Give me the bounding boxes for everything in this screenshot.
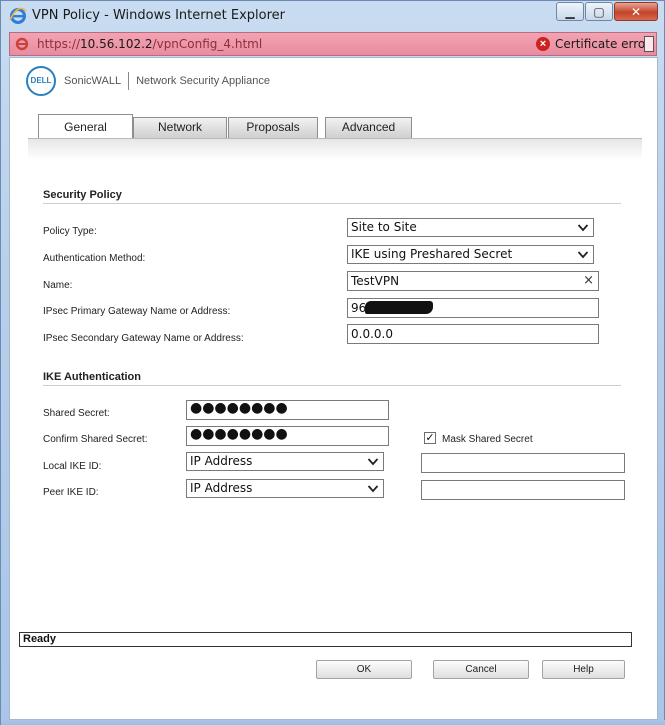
name-label: Name:	[43, 280, 73, 291]
confirm-secret-value: ●●●●●●●●	[190, 426, 288, 442]
url-path: /vpnConfig_4.html	[152, 37, 263, 51]
section-divider	[43, 385, 621, 386]
page-content: DELL SonicWALL Network Security Applianc…	[9, 57, 658, 720]
minimize-button[interactable]: ▁	[556, 2, 584, 21]
local-ike-id-label: Local IKE ID:	[43, 461, 102, 472]
primary-gateway-value: 96	[351, 301, 367, 315]
auth-method-label: Authentication Method:	[43, 253, 146, 264]
maximize-icon: ▢	[593, 5, 605, 19]
local-ike-id-value: IP Address	[190, 454, 253, 468]
peer-ike-id-value: IP Address	[190, 481, 253, 495]
name-value: TestVPN	[351, 274, 400, 288]
primary-gateway-label: IPsec Primary Gateway Name or Address:	[43, 306, 231, 317]
internet-explorer-icon	[9, 7, 27, 24]
brand-product: SonicWALL	[64, 75, 122, 87]
section-title-security-policy: Security Policy	[43, 189, 122, 201]
tab-panel-header	[28, 138, 642, 160]
address-bar-edge	[644, 36, 654, 52]
section-title-ike-authentication: IKE Authentication	[43, 371, 141, 383]
confirm-secret-input[interactable]: ●●●●●●●●	[186, 426, 389, 446]
window-controls: ▁ ▢ ✕	[555, 2, 658, 21]
clear-icon[interactable]: ×	[583, 273, 594, 289]
browser-window: VPN Policy - Windows Internet Explorer ▁…	[0, 0, 665, 725]
chevron-down-icon	[577, 251, 589, 259]
maximize-button[interactable]: ▢	[585, 2, 613, 21]
title-bar: VPN Policy - Windows Internet Explorer ▁…	[1, 1, 664, 31]
shared-secret-input[interactable]: ●●●●●●●●	[186, 400, 389, 420]
status-text: Ready	[23, 633, 57, 645]
confirm-secret-label: Confirm Shared Secret:	[43, 434, 148, 445]
address-bar[interactable]: https://10.56.102.2/vpnConfig_4.html × C…	[9, 32, 657, 56]
peer-ike-id-select[interactable]: IP Address	[186, 479, 384, 498]
section-divider	[43, 203, 621, 204]
auth-method-value: IKE using Preshared Secret	[351, 247, 513, 261]
url-scheme: https://	[37, 37, 81, 51]
tab-network[interactable]: Network	[133, 117, 227, 138]
secondary-gateway-input[interactable]: 0.0.0.0	[347, 324, 599, 344]
shared-secret-label: Shared Secret:	[43, 408, 110, 419]
help-button[interactable]: Help	[542, 660, 625, 679]
mask-shared-secret-checkbox[interactable]: ✓	[424, 432, 436, 444]
policy-type-select[interactable]: Site to Site	[347, 218, 594, 237]
chevron-down-icon	[367, 458, 379, 466]
dell-logo: DELL	[26, 66, 56, 96]
peer-ike-id-input[interactable]	[421, 480, 625, 500]
ok-button[interactable]: OK	[316, 660, 412, 679]
secondary-gateway-value: 0.0.0.0	[351, 327, 393, 341]
name-input[interactable]: TestVPN ×	[347, 271, 599, 291]
chevron-down-icon	[367, 485, 379, 493]
secondary-gateway-label: IPsec Secondary Gateway Name or Address:	[43, 333, 244, 344]
minimize-icon: ▁	[565, 5, 575, 19]
primary-gateway-input[interactable]: 96	[347, 298, 599, 318]
status-bar: Ready	[19, 632, 632, 647]
close-icon: ✕	[630, 5, 642, 19]
mask-shared-secret-label[interactable]: Mask Shared Secret	[442, 434, 533, 445]
policy-type-label: Policy Type:	[43, 226, 97, 237]
redacted-mark	[365, 301, 433, 314]
window-bottom-edge	[1, 720, 665, 725]
url-text[interactable]: https://10.56.102.2/vpnConfig_4.html	[37, 37, 262, 51]
brand-header: DELL SonicWALL Network Security Applianc…	[26, 66, 270, 96]
brand-divider	[128, 72, 130, 90]
shared-secret-value: ●●●●●●●●	[190, 400, 288, 416]
page-icon	[15, 37, 29, 51]
close-window-button[interactable]: ✕	[614, 2, 658, 21]
certificate-error-icon[interactable]: ×	[536, 37, 550, 51]
brand-subtitle: Network Security Appliance	[136, 75, 270, 87]
chevron-down-icon	[577, 224, 589, 232]
auth-method-select[interactable]: IKE using Preshared Secret	[347, 245, 594, 264]
url-host: 10.56.102.2	[80, 37, 153, 51]
local-ike-id-select[interactable]: IP Address	[186, 452, 384, 471]
local-ike-id-input[interactable]	[421, 453, 625, 473]
tab-advanced[interactable]: Advanced	[325, 117, 412, 138]
cancel-button[interactable]: Cancel	[433, 660, 529, 679]
policy-type-value: Site to Site	[351, 220, 417, 234]
peer-ike-id-label: Peer IKE ID:	[43, 487, 99, 498]
certificate-error-label[interactable]: Certificate error	[555, 37, 650, 51]
tab-general[interactable]: General	[38, 114, 133, 139]
tab-proposals[interactable]: Proposals	[228, 117, 318, 138]
window-title: VPN Policy - Windows Internet Explorer	[32, 8, 285, 23]
